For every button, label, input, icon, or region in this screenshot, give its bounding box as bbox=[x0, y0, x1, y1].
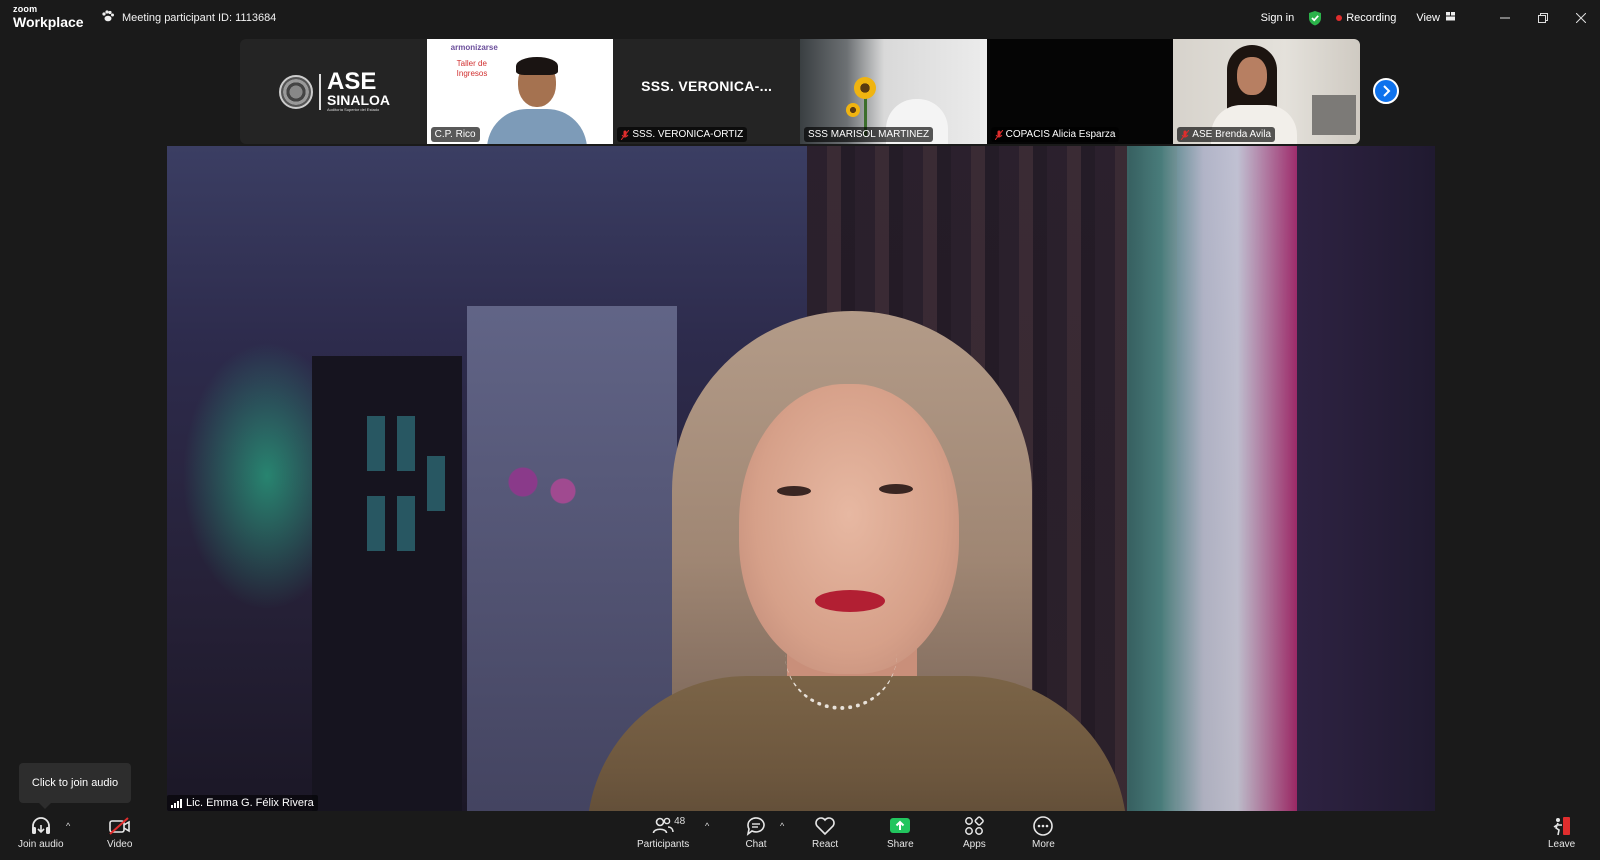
participant-strip: ASE SINALOA Auditoría Superior del Estad… bbox=[240, 39, 1360, 144]
meeting-toolbar: Join audio ^ Video 48 Participants ^ Cha… bbox=[0, 813, 1600, 860]
slide-brand: armonizarse bbox=[450, 43, 498, 52]
chat-icon bbox=[745, 815, 767, 837]
more-button[interactable]: More bbox=[1032, 815, 1055, 850]
headphones-icon bbox=[30, 815, 52, 837]
signal-strength-icon bbox=[171, 798, 182, 808]
ase-logo-sub: SINALOA bbox=[327, 92, 390, 108]
ase-sinaloa-logo: ASE SINALOA Auditoría Superior del Estad… bbox=[279, 68, 390, 112]
participants-button[interactable]: 48 Participants bbox=[637, 815, 689, 850]
leave-icon bbox=[1551, 815, 1573, 837]
zoom-workplace-logo: zoom Workplace bbox=[13, 4, 84, 30]
participant-tile-rico[interactable]: armonizarse Taller de Ingresos C.P. Rico bbox=[426, 39, 614, 144]
share-label: Share bbox=[887, 839, 914, 850]
participant-tile-brenda[interactable]: ASE Brenda Avila bbox=[1173, 39, 1360, 144]
video-button[interactable]: Video bbox=[107, 815, 132, 850]
participants-icon: 48 bbox=[652, 815, 685, 837]
participants-count: 48 bbox=[674, 816, 686, 827]
view-label: View bbox=[1416, 12, 1440, 24]
participants-label: Participants bbox=[637, 839, 690, 850]
minimize-button[interactable] bbox=[1486, 0, 1524, 36]
title-bar: zoom Workplace Meeting participant ID: 1… bbox=[0, 0, 1600, 36]
chat-options-caret-icon[interactable]: ^ bbox=[780, 821, 784, 831]
seal-icon bbox=[279, 74, 313, 109]
meeting-id-text: Meeting participant ID: 1113684 bbox=[122, 11, 277, 24]
participant-name-tag: C.P. Rico bbox=[430, 127, 480, 142]
more-icon bbox=[1032, 815, 1054, 837]
react-label: React bbox=[812, 839, 839, 850]
participant-name-tag: SSS. VERONICA-ORTIZ bbox=[617, 127, 748, 142]
ase-logo-main: ASE bbox=[327, 68, 377, 95]
share-button[interactable]: Share bbox=[887, 815, 914, 850]
tooltip-text: Click to join audio bbox=[31, 777, 119, 789]
join-audio-button[interactable]: Join audio bbox=[18, 815, 64, 850]
apps-label: Apps bbox=[963, 839, 986, 850]
participant-tile-ase-logo[interactable]: ASE SINALOA Auditoría Superior del Estad… bbox=[240, 39, 427, 144]
active-speaker-name-tag: Lic. Emma G. Félix Rivera bbox=[167, 795, 318, 811]
mic-muted-icon bbox=[994, 129, 1003, 140]
logo-line2: Workplace bbox=[13, 14, 84, 30]
participant-name: C.P. Rico bbox=[434, 129, 476, 140]
leave-label: Leave bbox=[1548, 839, 1576, 850]
logo-line1: zoom bbox=[13, 4, 38, 14]
join-audio-tooltip: Click to join audio bbox=[19, 763, 131, 809]
close-icon bbox=[1576, 13, 1586, 23]
participants-options-caret-icon[interactable]: ^ bbox=[705, 821, 709, 831]
paw-icon bbox=[101, 10, 115, 25]
participant-name: SSS. VERONICA-ORTIZ bbox=[632, 129, 744, 140]
participant-name-tag: ASE Brenda Avila bbox=[1177, 127, 1276, 142]
participant-tile-alicia[interactable]: COPACIS Alicia Esparza bbox=[986, 39, 1174, 144]
restore-button[interactable] bbox=[1524, 0, 1562, 36]
recording-label: Recording bbox=[1346, 12, 1397, 24]
more-label: More bbox=[1032, 839, 1055, 850]
mic-muted-icon bbox=[1181, 129, 1190, 140]
slide-title: Taller de Ingresos bbox=[456, 59, 488, 78]
active-speaker-name: Lic. Emma G. Félix Rivera bbox=[186, 797, 314, 809]
view-button[interactable]: View bbox=[1416, 12, 1456, 24]
mic-muted-icon bbox=[621, 129, 630, 140]
video-label: Video bbox=[107, 839, 133, 850]
participant-name: ASE Brenda Avila bbox=[1192, 129, 1272, 140]
participant-tile-veronica[interactable]: SSS. VERONICA-... SSS. VERONICA-ORTIZ bbox=[613, 39, 800, 144]
join-audio-label: Join audio bbox=[18, 839, 64, 850]
sign-in-link[interactable]: Sign in bbox=[1261, 12, 1295, 24]
restore-icon bbox=[1538, 13, 1548, 23]
participant-name-tag: SSS MARISOL MARTINEZ bbox=[803, 127, 934, 142]
leave-button[interactable]: Leave bbox=[1548, 815, 1575, 850]
share-screen-icon bbox=[889, 815, 911, 837]
minimize-icon bbox=[1500, 17, 1510, 19]
chat-label: Chat bbox=[745, 839, 767, 850]
video-off-icon bbox=[108, 815, 132, 837]
recording-indicator[interactable]: Recording bbox=[1336, 12, 1396, 24]
heart-icon bbox=[814, 815, 836, 837]
close-button[interactable] bbox=[1562, 0, 1600, 36]
participant-name-tag: COPACIS Alicia Esparza bbox=[990, 127, 1120, 142]
react-button[interactable]: React bbox=[812, 815, 838, 850]
participant-display-name: SSS. VERONICA-... bbox=[641, 77, 773, 94]
chat-button[interactable]: Chat bbox=[745, 815, 767, 850]
shield-icon[interactable] bbox=[1308, 10, 1322, 26]
apps-icon bbox=[963, 815, 985, 837]
chevron-right-icon bbox=[1383, 85, 1391, 97]
recording-dot-icon bbox=[1336, 15, 1343, 21]
participant-name: COPACIS Alicia Esparza bbox=[1005, 129, 1116, 140]
participant-tile-marisol[interactable]: SSS MARISOL MARTINEZ bbox=[799, 39, 987, 144]
grid-icon bbox=[1446, 12, 1456, 24]
participant-name: SSS MARISOL MARTINEZ bbox=[807, 129, 930, 140]
next-page-button[interactable] bbox=[1373, 78, 1399, 104]
apps-button[interactable]: Apps bbox=[963, 815, 986, 850]
meeting-info[interactable]: Meeting participant ID: 1113684 bbox=[101, 10, 276, 25]
active-speaker-video[interactable] bbox=[167, 146, 1435, 811]
audio-options-caret-icon[interactable]: ^ bbox=[66, 821, 70, 831]
